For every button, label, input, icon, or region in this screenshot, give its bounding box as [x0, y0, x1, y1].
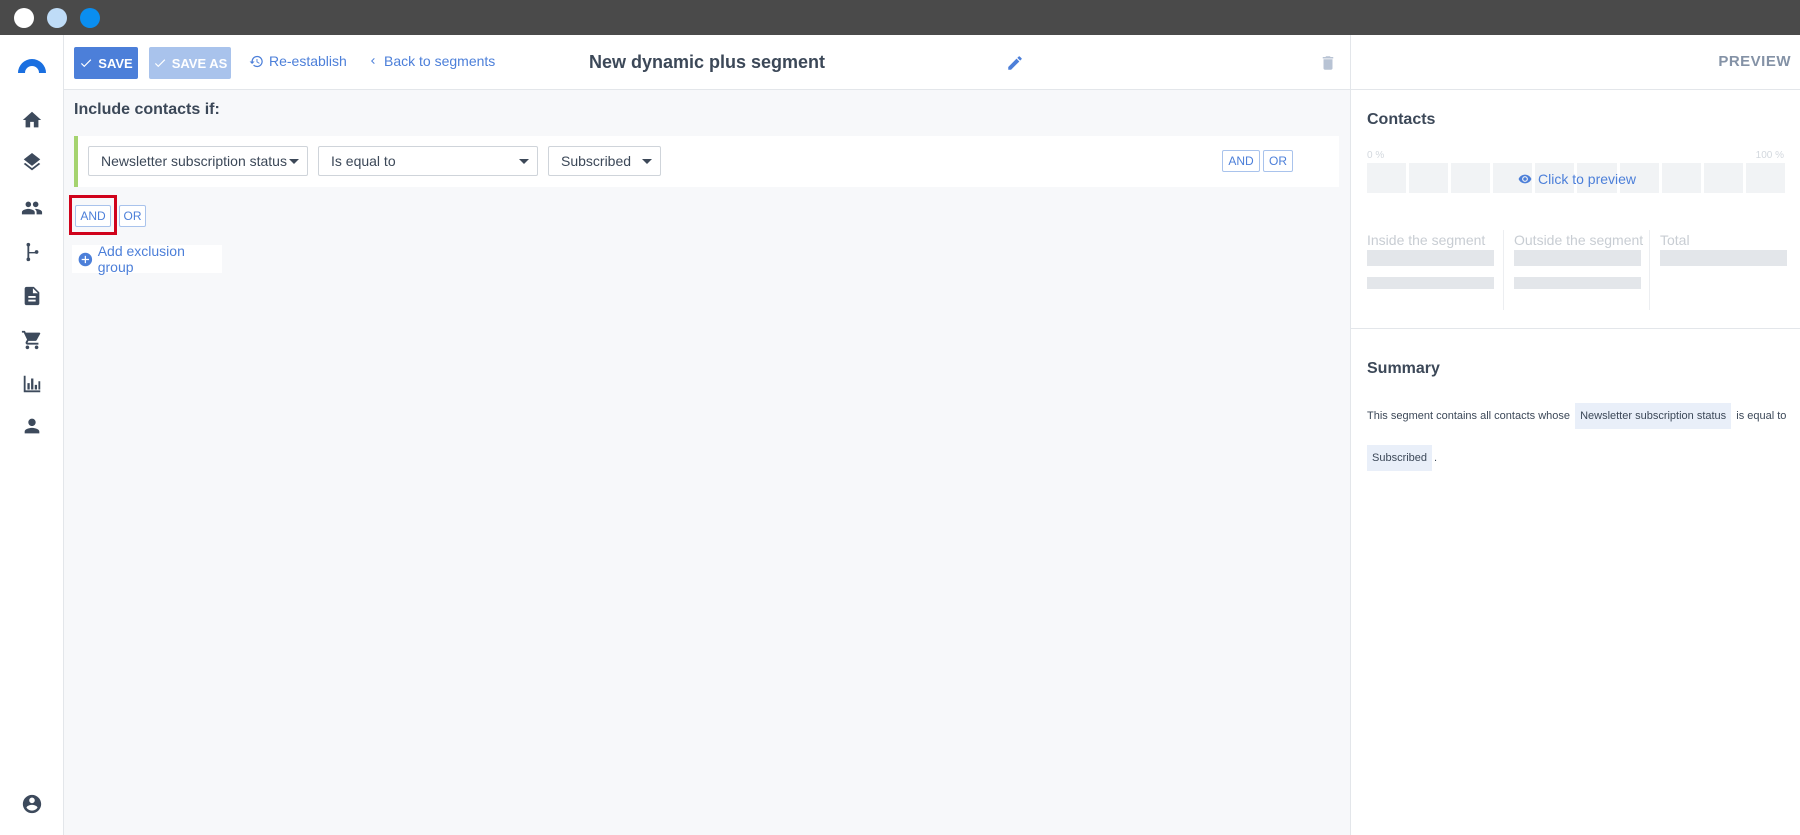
- rule-and-button[interactable]: AND: [1222, 150, 1260, 172]
- section-divider: [1351, 328, 1800, 329]
- include-contacts-heading: Include contacts if:: [74, 101, 220, 118]
- account-icon[interactable]: [20, 792, 44, 816]
- summary-title: Summary: [1367, 360, 1440, 377]
- chevron-down-icon: [642, 159, 652, 164]
- pct-min-label: 0 %: [1367, 150, 1385, 161]
- workflow-icon[interactable]: [20, 240, 44, 264]
- inside-pct-placeholder: [1367, 277, 1494, 289]
- sidebar: [0, 35, 64, 835]
- plus-circle-icon: [78, 252, 93, 266]
- highlight-marker: [69, 195, 117, 235]
- window-minimize-dot[interactable]: [47, 8, 67, 28]
- window-maximize-dot[interactable]: [80, 8, 100, 28]
- stat-divider: [1503, 230, 1504, 310]
- window-titlebar: [0, 0, 1800, 35]
- rule-or-button[interactable]: OR: [1263, 150, 1293, 172]
- segment-editor: SAVE SAVE AS Re-establish Back to segmen…: [64, 35, 1350, 835]
- preview-label: PREVIEW: [1718, 53, 1791, 70]
- inside-segment-label: Inside the segment: [1367, 232, 1486, 248]
- window-close-dot[interactable]: [14, 8, 34, 28]
- add-exclusion-group-button[interactable]: Add exclusion group: [72, 243, 222, 275]
- logo-icon[interactable]: [16, 56, 48, 74]
- click-to-preview-label: Click to preview: [1538, 171, 1637, 187]
- eye-icon: [1518, 174, 1532, 184]
- summary-prefix: This segment contains all contacts whose: [1367, 410, 1570, 422]
- field-select[interactable]: Newsletter subscription status: [88, 146, 308, 176]
- outside-value-placeholder: [1514, 250, 1641, 266]
- summary-value-tag: Subscribed: [1367, 445, 1433, 471]
- summary-text: This segment contains all contacts whose…: [1367, 395, 1787, 479]
- people-icon[interactable]: [20, 196, 44, 220]
- layers-icon[interactable]: [20, 152, 44, 176]
- summary-field-tag: Newsletter subscription status: [1575, 403, 1732, 429]
- summary-middle: is equal to: [1736, 410, 1787, 422]
- contacts-title: Contacts: [1367, 111, 1436, 128]
- preview-panel: PREVIEW Contacts 0 % 100 % Click to prev…: [1350, 35, 1800, 835]
- group-or-button[interactable]: OR: [119, 205, 146, 227]
- pct-max-label: 100 %: [1755, 150, 1784, 161]
- total-label: Total: [1660, 232, 1690, 248]
- outside-segment-label: Outside the segment: [1514, 232, 1644, 248]
- chevron-down-icon: [519, 159, 529, 164]
- value-select[interactable]: Subscribed: [548, 146, 661, 176]
- page-title: New dynamic plus segment: [588, 52, 826, 72]
- inside-value-placeholder: [1367, 250, 1494, 266]
- stat-divider: [1649, 230, 1650, 310]
- cart-icon[interactable]: [20, 328, 44, 352]
- toolbar: SAVE SAVE AS Re-establish Back to segmen…: [64, 35, 1350, 90]
- operator-select-value: Is equal to: [331, 153, 396, 169]
- document-icon[interactable]: [20, 284, 44, 308]
- total-value-placeholder: [1660, 250, 1787, 266]
- person-icon[interactable]: [20, 414, 44, 438]
- home-icon[interactable]: [20, 108, 44, 132]
- summary-suffix: .: [1434, 452, 1438, 464]
- operator-select[interactable]: Is equal to: [318, 146, 538, 176]
- preview-header: PREVIEW: [1351, 35, 1800, 90]
- edit-title-pencil-icon[interactable]: [1006, 54, 1024, 72]
- field-select-value: Newsletter subscription status: [101, 153, 287, 169]
- add-exclusion-label: Add exclusion group: [97, 243, 185, 275]
- delete-trash-icon[interactable]: [1319, 53, 1337, 73]
- outside-pct-placeholder: [1514, 277, 1641, 289]
- value-select-value: Subscribed: [561, 153, 632, 169]
- condition-row: Newsletter subscription status Is equal …: [74, 136, 1339, 187]
- chevron-down-icon: [289, 159, 299, 164]
- click-to-preview-button[interactable]: Click to preview: [1518, 171, 1636, 187]
- bar-chart-icon[interactable]: [20, 372, 44, 396]
